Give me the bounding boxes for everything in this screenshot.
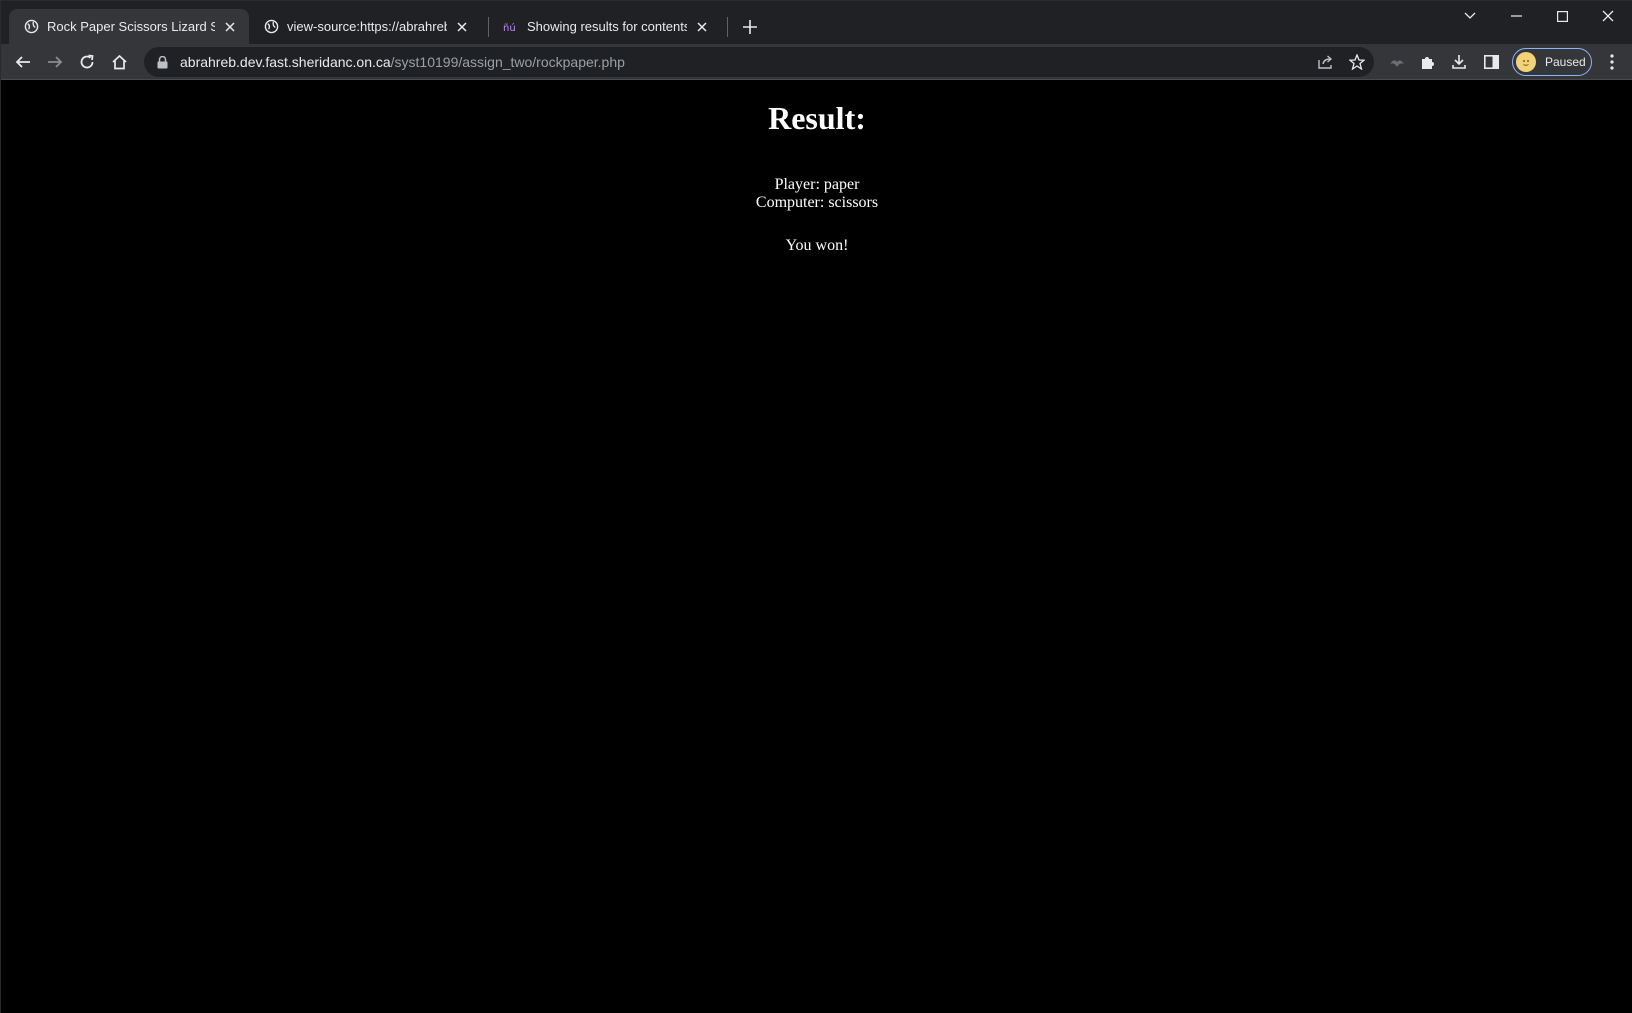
computer-choice: Computer: scissors [755,194,879,211]
close-window-button[interactable] [1586,1,1630,31]
reload-button[interactable] [73,48,101,76]
page-viewport: Result: Player: paper Computer: scissors… [1,80,1632,1013]
side-panel-icon [1483,55,1499,69]
download-icon [1452,55,1466,69]
tab-strip: Rock Paper Scissors Lizard Spock view-so… [1,1,1632,44]
more-vert-icon [1610,54,1614,70]
close-tab-icon[interactable] [221,18,239,36]
browser-toolbar: abrahreb.dev.fast.sheridanc.on.ca/syst10… [1,44,1632,80]
home-icon [111,54,127,70]
avatar [1516,52,1536,72]
url-path: /syst10199/assign_two/rockpaper.php [390,54,625,70]
reload-icon [80,54,94,69]
chevron-down-icon [1464,12,1476,19]
game-outcome: You won! [785,237,849,254]
close-icon [1602,10,1614,22]
minimize-button[interactable] [1494,1,1538,31]
tab-search-button[interactable] [1448,1,1492,31]
extensions-button[interactable] [1414,48,1442,76]
close-tab-icon[interactable] [453,18,471,36]
browser-window: Rock Paper Scissors Lizard Spock view-so… [0,0,1632,1013]
maximize-icon [1556,10,1568,22]
search-engine-icon: ñú [503,19,519,35]
maximize-button[interactable] [1540,1,1584,31]
tab-title: view-source:https://abrahreb.dev [287,19,447,34]
page-title: Result: [768,100,866,136]
share-icon[interactable] [1314,50,1338,74]
minimize-icon [1510,15,1522,17]
tab-separator [727,17,728,37]
new-tab-button[interactable] [738,15,762,39]
tab-title: Rock Paper Scissors Lizard Spock [47,19,215,34]
arrow-left-icon [15,56,30,68]
profile-status: Paused [1545,55,1586,69]
bird-icon [1390,60,1404,67]
bookmark-star-icon[interactable] [1345,50,1369,74]
lock-icon[interactable] [154,54,170,70]
plus-icon [743,20,757,34]
globe-icon [23,19,39,35]
tab-search-results[interactable]: ñú Showing results for contents of t [489,9,721,44]
side-panel-button[interactable] [1477,48,1505,76]
address-bar[interactable]: abrahreb.dev.fast.sheridanc.on.ca/syst10… [144,47,1374,77]
downloads-button[interactable] [1445,48,1473,76]
url-host: abrahreb.dev.fast.sheridanc.on.ca [180,54,391,70]
puzzle-icon [1422,57,1434,69]
profile-button[interactable]: Paused [1512,48,1592,76]
extension-button[interactable] [1383,48,1411,76]
tab-title: Showing results for contents of t [527,19,687,34]
url-text[interactable]: abrahreb.dev.fast.sheridanc.on.ca/syst10… [180,54,625,70]
forward-button[interactable] [41,48,69,76]
home-button[interactable] [105,48,133,76]
player-choice: Player: paper [774,176,860,193]
close-tab-icon[interactable] [693,18,711,36]
menu-button[interactable] [1598,48,1626,76]
svg-text:ñú: ñú [503,22,516,34]
tab-view-source[interactable]: view-source:https://abrahreb.dev [249,9,481,44]
arrow-right-icon [48,56,63,68]
tab-rock-paper-scissors[interactable]: Rock Paper Scissors Lizard Spock [9,9,249,44]
globe-icon [263,19,279,35]
back-button[interactable] [9,48,37,76]
